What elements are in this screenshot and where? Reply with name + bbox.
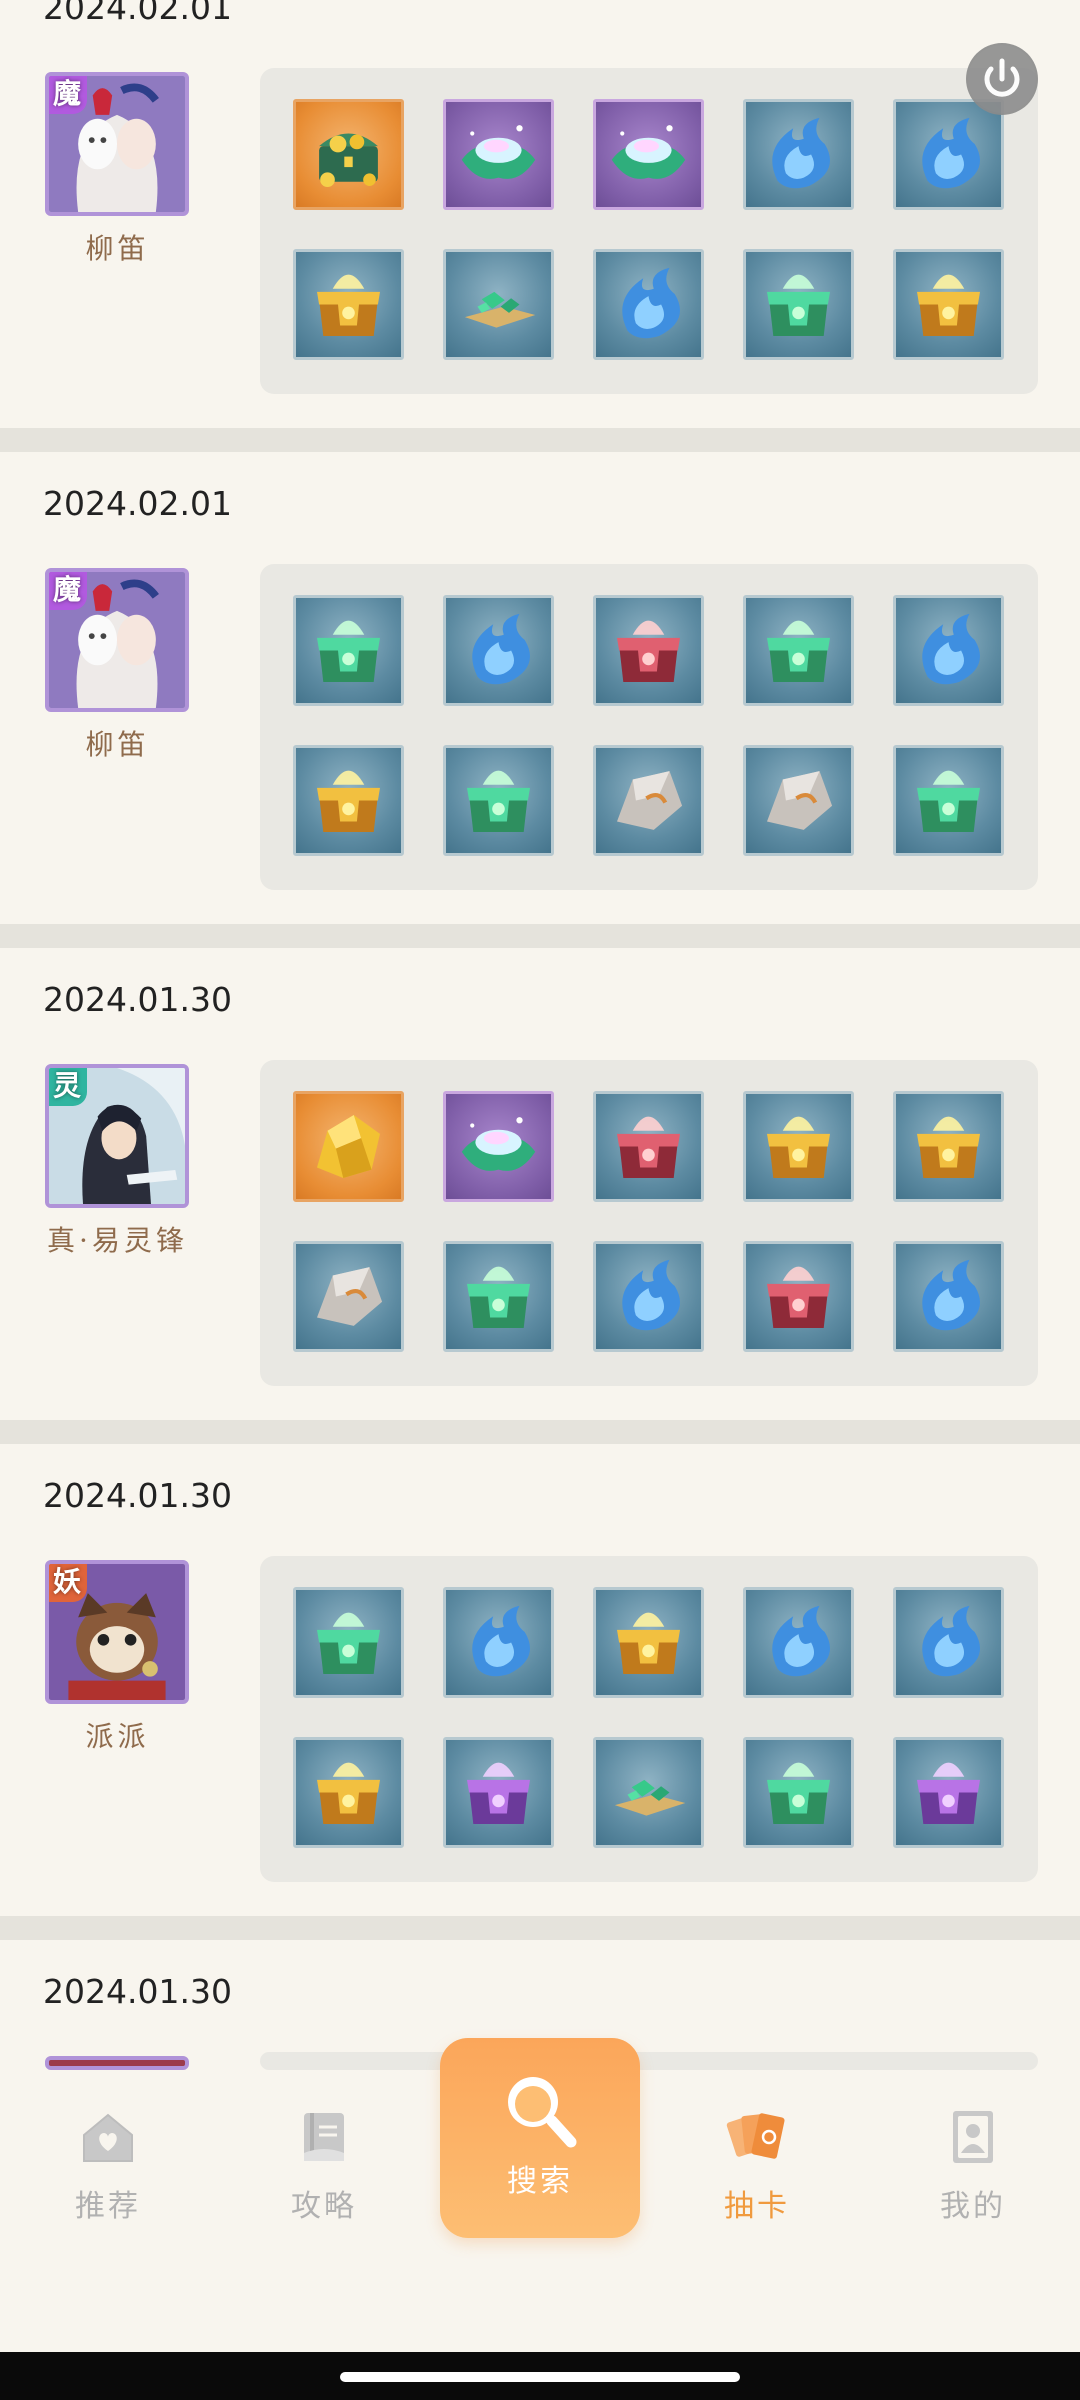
- red-chest-icon[interactable]: [593, 1091, 704, 1202]
- blue-spirit-flame-icon[interactable]: [443, 595, 554, 706]
- blue-spirit-flame-icon[interactable]: [743, 1587, 854, 1698]
- blue-spirit-flame-icon[interactable]: [593, 249, 704, 360]
- green-cloud-charm-icon[interactable]: [593, 99, 704, 210]
- green-chest-icon[interactable]: [443, 745, 554, 856]
- golden-chest-icon[interactable]: [293, 249, 404, 360]
- jade-fragments-icon[interactable]: [593, 1737, 704, 1848]
- blue-spirit-flame-icon[interactable]: [443, 1587, 554, 1698]
- reward-items-panel: [260, 68, 1038, 394]
- draw-record[interactable]: 2024.01.30 灵真·易灵锋: [0, 980, 1080, 1488]
- home-bar: [340, 2372, 740, 2382]
- green-chest-icon[interactable]: [293, 1587, 404, 1698]
- golden-chest-icon[interactable]: [293, 745, 404, 856]
- blue-spirit-flame-icon[interactable]: [593, 1241, 704, 1352]
- blue-spirit-flame-icon[interactable]: [893, 1587, 1004, 1698]
- green-chest-icon[interactable]: [893, 745, 1004, 856]
- hero-avatar[interactable]: 灵: [45, 1064, 189, 1208]
- green-chest-icon[interactable]: [443, 1241, 554, 1352]
- book-icon: [304, 2113, 344, 2161]
- record-date: 2024.02.01: [43, 0, 232, 27]
- record-divider: [0, 1420, 1080, 1444]
- golden-chest-icon[interactable]: [743, 1091, 854, 1202]
- green-chest-icon[interactable]: [743, 595, 854, 706]
- nav-recommend[interactable]: 推荐: [33, 2105, 183, 2235]
- hero-name: 真·易灵锋: [47, 1224, 188, 1257]
- reward-items-panel: [260, 1556, 1038, 1882]
- draw-record[interactable]: 2024.02.01 魔柳笛: [0, 484, 1080, 992]
- golden-treasure-pile-icon[interactable]: [293, 99, 404, 210]
- record-date: 2024.01.30: [43, 980, 232, 1019]
- blue-spirit-flame-icon[interactable]: [893, 595, 1004, 706]
- reward-items-panel: [260, 1060, 1038, 1386]
- hero-name: 柳笛: [85, 728, 150, 761]
- nav-guide[interactable]: 攻略: [249, 2105, 399, 2235]
- profile-card-icon: [953, 2111, 993, 2163]
- green-cloud-charm-icon[interactable]: [443, 1091, 554, 1202]
- nav-label: 搜索: [507, 2164, 573, 2199]
- faction-badge: 魔: [49, 76, 87, 114]
- record-date: 2024.01.30: [43, 1972, 232, 2011]
- record-date: 2024.01.30: [43, 1476, 232, 1515]
- reward-items-panel: [260, 564, 1038, 890]
- search-icon: [508, 2077, 577, 2148]
- red-chest-icon[interactable]: [743, 1241, 854, 1352]
- green-chest-icon[interactable]: [743, 1737, 854, 1848]
- power-button[interactable]: [966, 43, 1038, 115]
- gold-ingot-icon[interactable]: [293, 1091, 404, 1202]
- purple-chest-icon[interactable]: [893, 1737, 1004, 1848]
- green-chest-icon[interactable]: [743, 249, 854, 360]
- golden-chest-icon[interactable]: [893, 1091, 1004, 1202]
- hero-name: 柳笛: [85, 232, 150, 265]
- blue-spirit-flame-icon[interactable]: [893, 1241, 1004, 1352]
- stone-ore-icon[interactable]: [293, 1241, 404, 1352]
- draw-history-feed[interactable]: 2024.02.01 魔柳笛 2024.02.01 魔柳笛 2024.01.30 灵真·易…: [0, 0, 1080, 2070]
- record-date: 2024.02.01: [43, 484, 232, 523]
- faction-badge: 妖: [49, 1564, 87, 1602]
- faction-badge: 魔: [49, 572, 87, 610]
- hero-avatar[interactable]: 魔: [45, 72, 189, 216]
- red-chest-icon[interactable]: [593, 595, 704, 706]
- nav-mine[interactable]: 我的: [898, 2105, 1048, 2235]
- nav-label: 攻略: [291, 2189, 357, 2224]
- nav-label: 推荐: [75, 2189, 141, 2224]
- nav-gacha[interactable]: 抽卡: [682, 2105, 832, 2235]
- record-divider: [0, 1916, 1080, 1940]
- blue-spirit-flame-icon[interactable]: [743, 99, 854, 210]
- green-chest-icon[interactable]: [293, 595, 404, 706]
- nav-label: 抽卡: [724, 2189, 790, 2224]
- stone-ore-icon[interactable]: [593, 745, 704, 856]
- purple-chest-icon[interactable]: [443, 1737, 554, 1848]
- jade-fragments-icon[interactable]: [443, 249, 554, 360]
- home-indicator: [0, 2352, 1080, 2400]
- faction-badge: 灵: [49, 1068, 87, 1106]
- golden-chest-icon[interactable]: [293, 1737, 404, 1848]
- home-heart-icon: [83, 2113, 133, 2162]
- draw-record[interactable]: 2024.01.30 妖派派: [0, 1476, 1080, 1984]
- hero-name: 派派: [85, 1720, 150, 1753]
- power-icon: [968, 45, 1036, 113]
- record-divider: [0, 428, 1080, 452]
- record-divider: [0, 924, 1080, 948]
- nav-search[interactable]: 搜索: [440, 2038, 640, 2238]
- hero-avatar[interactable]: 妖: [45, 1560, 189, 1704]
- reward-items-panel: [260, 2052, 1038, 2070]
- green-cloud-charm-icon[interactable]: [443, 99, 554, 210]
- draw-record[interactable]: 2024.02.01 魔柳笛: [0, 0, 1080, 496]
- hero-avatar[interactable]: [45, 2056, 189, 2070]
- stone-ore-icon[interactable]: [743, 745, 854, 856]
- golden-chest-icon[interactable]: [593, 1587, 704, 1698]
- bottom-navigation: 推荐 攻略 搜索 抽卡 我的: [0, 2038, 1080, 2400]
- cards-icon: [726, 2113, 785, 2159]
- blue-spirit-flame-icon[interactable]: [893, 99, 1004, 210]
- nav-label: 我的: [940, 2189, 1006, 2224]
- hero-avatar[interactable]: 魔: [45, 568, 189, 712]
- golden-chest-icon[interactable]: [893, 249, 1004, 360]
